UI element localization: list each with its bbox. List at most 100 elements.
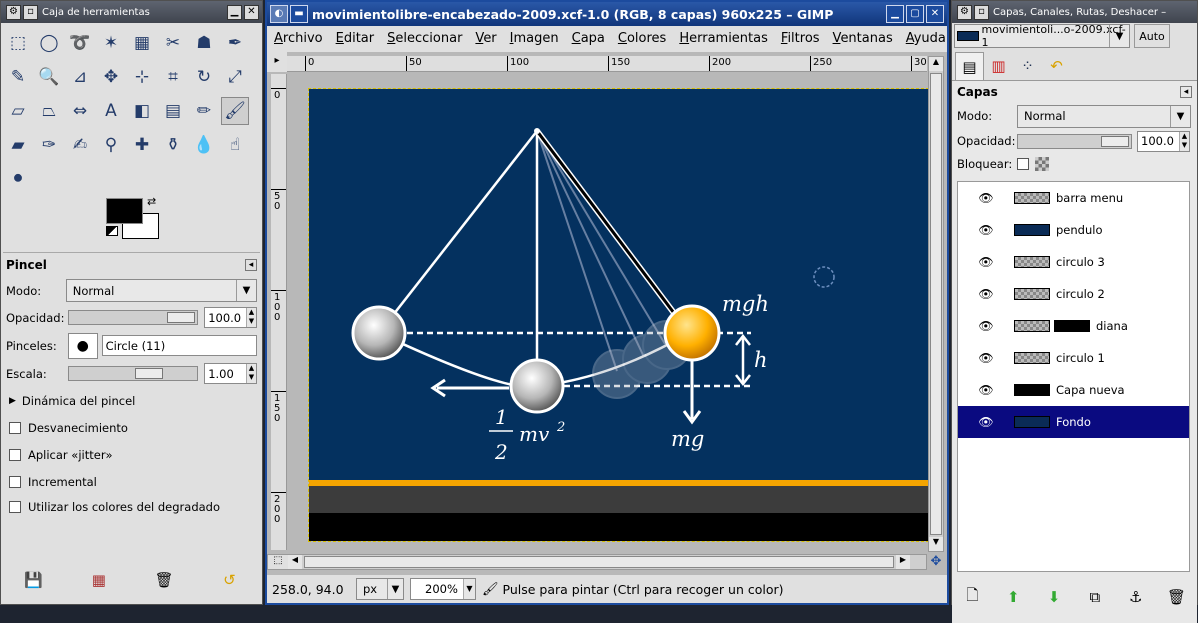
delete-layer-icon[interactable]: 🗑	[1167, 588, 1187, 606]
configure-icon[interactable]: ◂	[1180, 86, 1192, 98]
jitter-checkbox[interactable]: Aplicar «jitter»	[1, 441, 262, 468]
channels-tab-icon[interactable]: ▥	[984, 52, 1013, 80]
visibility-eye-icon[interactable]: 👁	[958, 223, 1014, 237]
checkbox-box[interactable]	[9, 475, 21, 488]
visibility-eye-icon[interactable]: 👁	[958, 383, 1014, 397]
scroll-up-icon[interactable]: ▲	[929, 57, 943, 71]
raise-layer-icon[interactable]: ⬆	[1003, 588, 1023, 606]
menu-seleccionar[interactable]: Seleccionar	[380, 31, 468, 46]
move-icon[interactable]: ✥	[97, 63, 125, 91]
window-menu-icon[interactable]: ▬	[290, 5, 308, 23]
save-options-icon[interactable]: 💾	[24, 571, 44, 589]
layer-opacity-slider[interactable]	[1017, 133, 1132, 149]
zoom-field[interactable]: 200% ▼	[410, 578, 476, 600]
menu-imagen[interactable]: Imagen	[503, 31, 565, 46]
incremental-checkbox[interactable]: Incremental	[1, 468, 262, 495]
opacity-spin[interactable]: 100.0 ▲ ▼	[204, 307, 257, 328]
opacity-slider[interactable]	[67, 310, 199, 325]
layer-mode-select[interactable]: Normal ▼	[1017, 104, 1191, 128]
image-titlebar[interactable]: ◐ ▬ movimientolibre-encabezado-2009.xcf-…	[267, 2, 947, 26]
layer-row[interactable]: 👁 circulo 2	[958, 278, 1189, 310]
visibility-eye-icon[interactable]: 👁	[958, 415, 1014, 429]
heal-icon[interactable]: ✚	[128, 131, 156, 159]
scale-icon[interactable]: ⤢	[221, 63, 249, 91]
scroll-left-icon[interactable]: ◀	[288, 555, 302, 569]
auto-button[interactable]: Auto	[1134, 24, 1170, 48]
gimp-icon[interactable]: ◐	[270, 5, 288, 23]
fuzzy-select-icon[interactable]: ✶	[97, 29, 125, 57]
smudge-icon[interactable]: ☝	[221, 131, 249, 159]
pin-icon[interactable]: ▫	[974, 4, 989, 20]
vertical-scrollbar[interactable]: ▲ ▼	[928, 56, 944, 552]
slider-handle[interactable]	[1101, 135, 1129, 147]
clone-icon[interactable]: ⚲	[97, 131, 125, 159]
scissors-icon[interactable]: ✂	[159, 29, 187, 57]
default-colors-icon[interactable]	[106, 226, 118, 236]
menu-filtros[interactable]: Filtros	[774, 31, 826, 46]
measure-icon[interactable]: ⊿	[66, 63, 94, 91]
horizontal-ruler[interactable]: 0 50 100 150 200 250 30	[287, 56, 927, 72]
layers-titlebar[interactable]: ⚙ ▫ Capas, Canales, Rutas, Deshacer –	[952, 1, 1197, 23]
spin-arrows-icon[interactable]: ▲ ▼	[246, 364, 256, 383]
menu-archivo[interactable]: Archivo	[267, 31, 329, 46]
layer-row[interactable]: 👁 barra menu	[958, 182, 1189, 214]
paths-tab-icon[interactable]: ⁘	[1013, 52, 1042, 80]
image-select[interactable]: movimientoli...o-2009.xcf-1 ▼	[954, 23, 1130, 49]
scroll-right-icon[interactable]: ▶	[896, 555, 910, 569]
scroll-thumb[interactable]	[304, 556, 894, 568]
blur-icon[interactable]: 💧	[190, 131, 218, 159]
lower-layer-icon[interactable]: ⬇	[1044, 588, 1064, 606]
slider-handle[interactable]	[167, 312, 196, 323]
perspective-clone-icon[interactable]: ⚱	[159, 131, 187, 159]
menu-ventanas[interactable]: Ventanas	[826, 31, 899, 46]
layer-row[interactable]: 👁 pendulo	[958, 214, 1189, 246]
close-icon[interactable]: ✕	[244, 4, 259, 20]
color-picker-icon[interactable]: ✎	[4, 63, 32, 91]
reset-options-icon[interactable]: ↺	[219, 571, 239, 589]
menu-editar[interactable]: Editar	[329, 31, 381, 46]
fade-checkbox[interactable]: Desvanecimiento	[1, 414, 262, 441]
ink-icon[interactable]: ✍	[66, 131, 94, 159]
text-icon[interactable]: A	[97, 97, 125, 125]
swap-colors-icon[interactable]: ⇄	[147, 195, 156, 208]
menu-icon[interactable]: ⚙	[957, 4, 972, 20]
visibility-eye-icon[interactable]: 👁	[958, 351, 1014, 365]
duplicate-layer-icon[interactable]: ⧉	[1085, 588, 1105, 606]
align-icon[interactable]: ⊹	[128, 63, 156, 91]
brush-dynamics-expander[interactable]: ▶ Dinámica del pincel	[1, 387, 262, 414]
pencil-icon[interactable]: ✏	[190, 97, 218, 125]
ellipse-select-icon[interactable]: ◯	[35, 29, 63, 57]
mode-select[interactable]: Normal ▼	[65, 279, 257, 302]
rotate-icon[interactable]: ↻	[190, 63, 218, 91]
layer-row[interactable]: 👁 diana	[958, 310, 1189, 342]
unit-select[interactable]: px ▼	[356, 578, 404, 600]
layer-row[interactable]: 👁 circulo 3	[958, 246, 1189, 278]
navigate-icon[interactable]: ✥	[928, 554, 944, 570]
scale-slider[interactable]	[67, 366, 199, 381]
foreground-color-swatch[interactable]	[106, 198, 143, 224]
layer-row[interactable]: 👁 Capa nueva	[958, 374, 1189, 406]
quick-mask-corner[interactable]: ▸	[267, 52, 287, 72]
toolbox-titlebar[interactable]: ⚙ ▫ Caja de herramientas ▁ ✕	[1, 1, 262, 23]
chevron-down-icon[interactable]: ▼	[463, 579, 475, 599]
spin-arrows-icon[interactable]: ▲ ▼	[1179, 131, 1189, 151]
vertical-ruler[interactable]: 0 50 100 150 200	[271, 74, 287, 550]
zoom-corner-icon[interactable]: ⬚	[268, 555, 288, 569]
anchor-layer-icon[interactable]: ⚓	[1126, 588, 1146, 606]
layer-row[interactable]: 👁 circulo 1	[958, 342, 1189, 374]
menu-herramientas[interactable]: Herramientas	[672, 31, 774, 46]
brush-preview-button[interactable]: ●	[67, 332, 98, 359]
menu-icon[interactable]: ⚙	[6, 4, 21, 20]
scroll-thumb[interactable]	[930, 73, 942, 535]
layers-tab-icon[interactable]: ▤	[955, 52, 984, 80]
zoom-icon[interactable]: 🔍	[35, 63, 63, 91]
visibility-eye-icon[interactable]: 👁	[958, 255, 1014, 269]
brush-name-field[interactable]: Circle (11)	[101, 335, 258, 356]
menu-capa[interactable]: Capa	[565, 31, 611, 46]
lasso-icon[interactable]: ➰	[66, 29, 94, 57]
perspective-icon[interactable]: ⏢	[35, 97, 63, 125]
menu-colores[interactable]: Colores	[611, 31, 672, 46]
rect-select-icon[interactable]: ⬚	[4, 29, 32, 57]
foreground-select-icon[interactable]: ☗	[190, 29, 218, 57]
crop-icon[interactable]: ⌗	[159, 63, 187, 91]
